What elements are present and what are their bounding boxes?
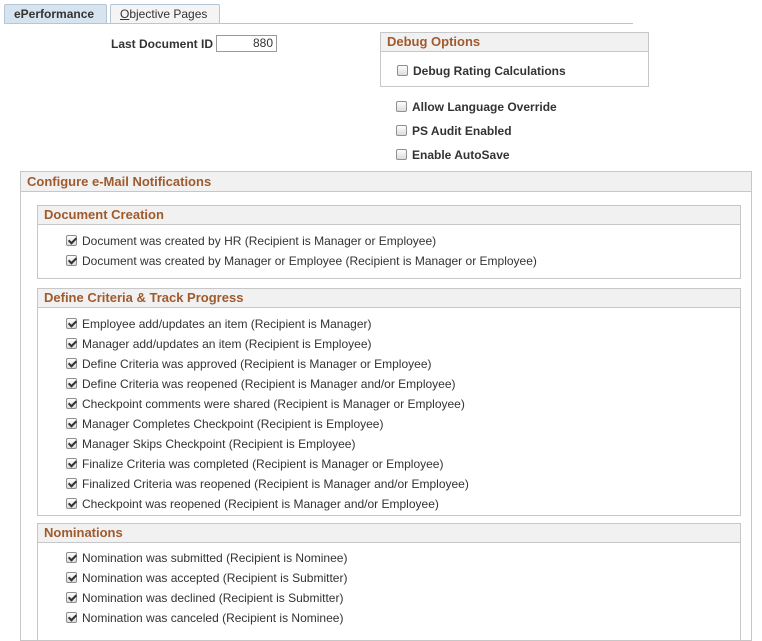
checkbox-label: Employee add/updates an item (Recipient … bbox=[82, 317, 372, 331]
ps-audit-enabled-checkbox[interactable] bbox=[396, 125, 407, 136]
checkbox-label: Nomination was submitted (Recipient is N… bbox=[82, 551, 348, 565]
define-criteria-title: Define Criteria & Track Progress bbox=[38, 289, 740, 308]
checkbox-label: Nomination was accepted (Recipient is Su… bbox=[82, 571, 348, 585]
checkbox[interactable] bbox=[66, 572, 77, 583]
checkbox[interactable] bbox=[66, 438, 77, 449]
checkbox[interactable] bbox=[66, 612, 77, 623]
last-document-id-label: Last Document ID bbox=[111, 37, 214, 51]
last-document-id-field[interactable]: 880 bbox=[216, 35, 277, 52]
enable-autosave-checkbox[interactable] bbox=[396, 149, 407, 160]
document-creation-group: Document Creation Document was created b… bbox=[37, 205, 741, 279]
checkbox[interactable] bbox=[66, 552, 77, 563]
debug-options-title: Debug Options bbox=[381, 33, 648, 52]
checkbox[interactable] bbox=[66, 592, 77, 603]
checkbox[interactable] bbox=[66, 458, 77, 469]
tab-objective-pages-accel: O bbox=[120, 7, 130, 21]
allow-language-override-label: Allow Language Override bbox=[412, 100, 557, 114]
debug-rating-label: Debug Rating Calculations bbox=[413, 64, 566, 78]
checkbox[interactable] bbox=[66, 338, 77, 349]
nominations-group: Nominations Nomination was submitted (Re… bbox=[37, 523, 741, 641]
tab-underline bbox=[4, 23, 633, 24]
checkbox-label: Finalized Criteria was reopened (Recipie… bbox=[82, 477, 469, 491]
checkbox-label: Document was created by HR (Recipient is… bbox=[82, 234, 437, 248]
checkbox[interactable] bbox=[66, 318, 77, 329]
checkbox[interactable] bbox=[66, 478, 77, 489]
checkbox[interactable] bbox=[66, 378, 77, 389]
email-notifications-title: Configure e-Mail Notifications bbox=[21, 172, 751, 192]
tab-objective-pages[interactable]: Objective Pages bbox=[110, 4, 220, 23]
checkbox-label: Document was created by Manager or Emplo… bbox=[82, 254, 537, 268]
checkbox-label: Manager add/updates an item (Recipient i… bbox=[82, 337, 372, 351]
ps-audit-enabled-label: PS Audit Enabled bbox=[412, 124, 512, 138]
define-criteria-group: Define Criteria & Track Progress Employe… bbox=[37, 288, 741, 516]
checkbox-label: Manager Completes Checkpoint (Recipient … bbox=[82, 417, 384, 431]
checkbox-label: Define Criteria was reopened (Recipient … bbox=[82, 377, 456, 391]
checkbox-label: Define Criteria was approved (Recipient … bbox=[82, 357, 432, 371]
checkbox-label: Manager Skips Checkpoint (Recipient is E… bbox=[82, 437, 356, 451]
checkbox-label: Checkpoint comments were shared (Recipie… bbox=[82, 397, 465, 411]
tab-objective-pages-label: bjective Pages bbox=[129, 7, 208, 21]
checkbox-label: Checkpoint was reopened (Recipient is Ma… bbox=[82, 497, 439, 511]
checkbox[interactable] bbox=[66, 498, 77, 509]
enable-autosave-label: Enable AutoSave bbox=[412, 148, 510, 162]
debug-options-group: Debug Options Debug Rating Calculations bbox=[380, 32, 649, 87]
checkbox-label: Finalize Criteria was completed (Recipie… bbox=[82, 457, 444, 471]
checkbox-label: Nomination was declined (Recipient is Su… bbox=[82, 591, 344, 605]
checkbox[interactable] bbox=[66, 235, 77, 246]
debug-rating-checkbox[interactable] bbox=[397, 65, 408, 76]
checkbox[interactable] bbox=[66, 255, 77, 266]
checkbox[interactable] bbox=[66, 418, 77, 429]
tab-eperformance[interactable]: ePerformance bbox=[4, 4, 107, 23]
nominations-title: Nominations bbox=[38, 524, 740, 543]
checkbox-label: Nomination was canceled (Recipient is No… bbox=[82, 611, 344, 625]
tab-eperformance-label: ePerformance bbox=[14, 7, 95, 21]
checkbox[interactable] bbox=[66, 358, 77, 369]
document-creation-title: Document Creation bbox=[38, 206, 740, 225]
checkbox[interactable] bbox=[66, 398, 77, 409]
allow-language-override-checkbox[interactable] bbox=[396, 101, 407, 112]
